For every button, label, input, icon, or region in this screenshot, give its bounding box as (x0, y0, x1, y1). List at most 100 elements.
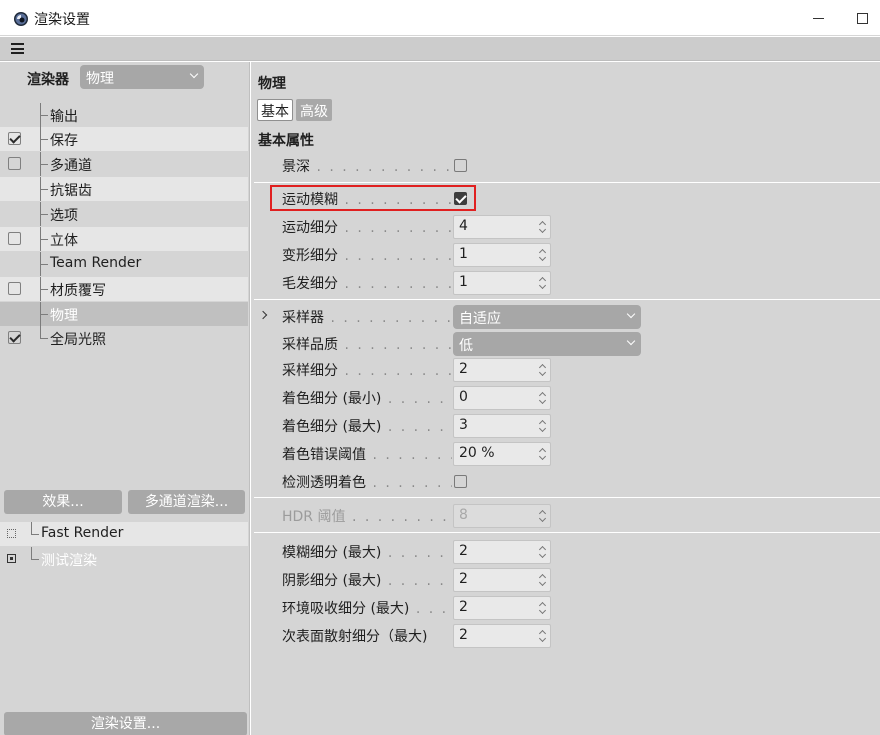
motion-subdiv-row: 运动细分 . . . . . . . . . . . . . . . . . .… (251, 213, 880, 241)
hdr-threshold-row: HDR 阈值 . . . . . . . . . . . . . . 8 (251, 502, 880, 530)
sampling-quality-value: 低 (459, 338, 473, 354)
hdr-threshold-stepper: 8 (453, 504, 551, 528)
sampling-subdiv-value: 2 (459, 361, 468, 377)
section-title: 物理 (258, 76, 286, 92)
hair-subdiv-stepper[interactable]: 1 (453, 271, 551, 295)
maximize-button[interactable] (845, 0, 880, 36)
blur-subdiv-max-label: 模糊细分 (最大) (282, 545, 382, 561)
sss-subdiv-max-row: 次表面散射细分（最大) 2 (251, 622, 880, 650)
shading-subdiv-max-value: 3 (459, 417, 468, 433)
sidebar-item-label: Team Render (50, 255, 142, 271)
effects-button[interactable]: 效果... (4, 490, 122, 514)
stepper-arrows-icon[interactable] (539, 220, 546, 234)
stepper-arrows-icon[interactable] (539, 447, 546, 461)
chevron-right-icon[interactable] (258, 310, 268, 320)
deform-subdiv-value: 1 (459, 246, 468, 262)
save-enable-checkbox[interactable] (8, 132, 21, 145)
gi-enable-checkbox[interactable] (8, 331, 21, 344)
blur-subdiv-max-stepper[interactable]: 2 (453, 540, 551, 564)
shading-error-threshold-stepper[interactable]: 20 % (453, 442, 551, 466)
detect-transparent-shading-checkbox[interactable] (454, 475, 467, 488)
settings-sidebar: 渲染器 物理 输出 保存 多通道 抗锯齿 选项 立体 Team Render 材… (0, 62, 250, 735)
sampling-subdiv-label: 采样细分 (282, 363, 338, 379)
hamburger-menu-icon[interactable] (11, 43, 24, 54)
multipass-enable-checkbox[interactable] (8, 157, 21, 170)
renderer-value: 物理 (86, 71, 114, 87)
preset-test-render[interactable]: 测试渲染 (0, 547, 248, 571)
stepper-arrows-icon[interactable] (539, 419, 546, 433)
shading-subdiv-min-stepper[interactable]: 0 (453, 386, 551, 410)
preset-label: 测试渲染 (41, 553, 97, 569)
minimize-button[interactable] (800, 0, 836, 36)
stepper-arrows-icon[interactable] (539, 573, 546, 587)
sidebar-item-multipass[interactable]: 多通道 (0, 152, 248, 176)
preset-fast-render[interactable]: Fast Render (0, 522, 248, 546)
stepper-arrows-icon[interactable] (539, 391, 546, 405)
sidebar-item-team-render[interactable]: Team Render (0, 252, 248, 276)
shading-subdiv-min-label: 着色细分 (最小) (282, 391, 382, 407)
stepper-arrows-icon[interactable] (539, 363, 546, 377)
title-bar: 渲染设置 (0, 0, 880, 36)
renderer-label: 渲染器 (27, 72, 69, 88)
hair-subdiv-label: 毛发细分 (282, 276, 338, 292)
stepper-arrows-icon[interactable] (539, 545, 546, 559)
tab-basic[interactable]: 基本 (257, 99, 293, 121)
deform-subdiv-row: 变形细分 . . . . . . . . . . . . . . . . . .… (251, 241, 880, 269)
shading-error-threshold-label: 着色错误阈值 (282, 447, 366, 463)
sidebar-item-label: 全局光照 (50, 332, 106, 348)
active-preset-icon (7, 554, 16, 563)
renderer-dropdown[interactable]: 物理 (80, 65, 204, 89)
deform-subdiv-stepper[interactable]: 1 (453, 243, 551, 267)
sidebar-item-antialiasing[interactable]: 抗锯齿 (0, 177, 248, 201)
sampler-dropdown[interactable]: 自适应 (453, 305, 641, 329)
sidebar-item-options[interactable]: 选项 (0, 202, 248, 226)
ao-subdiv-max-stepper[interactable]: 2 (453, 596, 551, 620)
preset-label: Fast Render (41, 525, 124, 541)
sidebar-item-stereo[interactable]: 立体 (0, 227, 248, 251)
blur-subdiv-max-value: 2 (459, 543, 468, 559)
material-override-checkbox[interactable] (8, 282, 21, 295)
sidebar-item-save[interactable]: 保存 (0, 127, 248, 151)
ao-subdiv-max-label: 环境吸收细分 (最大) (282, 601, 410, 617)
sidebar-item-label: 抗锯齿 (50, 183, 92, 199)
sss-subdiv-max-stepper[interactable]: 2 (453, 624, 551, 648)
hair-subdiv-row: 毛发细分 . . . . . . . . . . . . . . . . . .… (251, 269, 880, 297)
ao-subdiv-max-value: 2 (459, 599, 468, 615)
sidebar-item-global-illumination[interactable]: 全局光照 (0, 326, 248, 350)
sampling-subdiv-stepper[interactable]: 2 (453, 358, 551, 382)
multipass-render-button[interactable]: 多通道渲染... (128, 490, 245, 514)
sidebar-item-label: 选项 (50, 208, 78, 224)
stepper-arrows-icon[interactable] (539, 276, 546, 290)
chevron-down-icon (626, 309, 636, 319)
motion-subdiv-stepper[interactable]: 4 (453, 215, 551, 239)
stepper-arrows-icon[interactable] (539, 601, 546, 615)
shadow-subdiv-max-stepper[interactable]: 2 (453, 568, 551, 592)
stepper-arrows-icon[interactable] (539, 629, 546, 643)
depth-of-field-row: 景深 . . . . . . . . . . . . . . . . . . .… (251, 152, 880, 180)
motion-subdiv-label: 运动细分 (282, 220, 338, 236)
stepper-arrows-icon (539, 509, 546, 523)
tab-advanced[interactable]: 高级 (296, 99, 332, 121)
basic-properties-heading: 基本属性 (258, 133, 314, 149)
window-title: 渲染设置 (34, 12, 90, 28)
stepper-arrows-icon[interactable] (539, 248, 546, 262)
sampling-quality-row: 采样品质 . . . . . . . . . . . . . . . . . .… (251, 330, 880, 358)
sss-subdiv-max-value: 2 (459, 627, 468, 643)
sampling-quality-dropdown[interactable]: 低 (453, 332, 641, 356)
render-settings-button[interactable]: 渲染设置... (4, 712, 247, 735)
sampling-quality-label: 采样品质 (282, 337, 338, 353)
sidebar-item-material-override[interactable]: 材质覆写 (0, 277, 248, 301)
separator (254, 497, 880, 498)
cinema4d-app-icon (14, 12, 28, 26)
shading-subdiv-max-row: 着色细分 (最大) . . . . . . . . . . . . . . 3 (251, 412, 880, 440)
separator (254, 182, 880, 183)
depth-of-field-checkbox[interactable] (454, 159, 467, 172)
stereo-enable-checkbox[interactable] (8, 232, 21, 245)
sidebar-item-output[interactable]: 输出 (0, 103, 248, 127)
shading-subdiv-max-label: 着色细分 (最大) (282, 419, 382, 435)
sidebar-item-label: 材质覆写 (50, 283, 106, 299)
sidebar-item-physical[interactable]: 物理 (0, 302, 248, 326)
menu-bar (0, 37, 880, 61)
separator (254, 299, 880, 300)
shading-subdiv-max-stepper[interactable]: 3 (453, 414, 551, 438)
